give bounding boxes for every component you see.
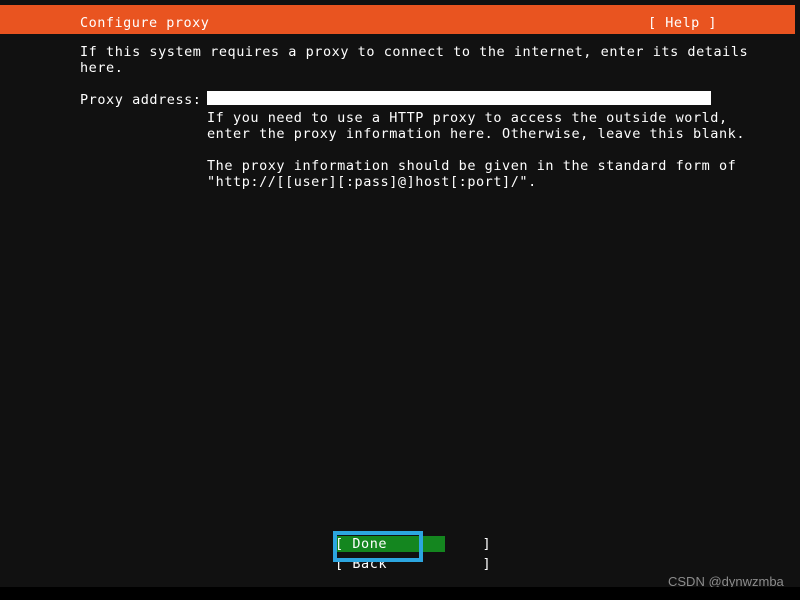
terminal-screen: Configure proxy [ Help ] If this system … <box>0 0 800 587</box>
proxy-address-input[interactable] <box>207 91 711 105</box>
intro-text: If this system requires a proxy to conne… <box>80 44 749 76</box>
help-button[interactable]: [ Help ] <box>648 16 717 30</box>
page-title: Configure proxy <box>80 15 210 31</box>
done-button[interactable]: [ Done ] <box>335 536 491 552</box>
proxy-help-paragraph-2: The proxy information should be given in… <box>207 158 737 190</box>
header-bar: Configure proxy [ Help ] <box>0 5 795 34</box>
proxy-help-paragraph-1: If you need to use a HTTP proxy to acces… <box>207 110 746 142</box>
back-button[interactable]: [ Back ] <box>335 556 491 572</box>
proxy-address-label: Proxy address: <box>80 92 202 108</box>
watermark: CSDN @dynwzmba <box>668 574 784 587</box>
bottom-letterbox-strip <box>0 587 800 600</box>
